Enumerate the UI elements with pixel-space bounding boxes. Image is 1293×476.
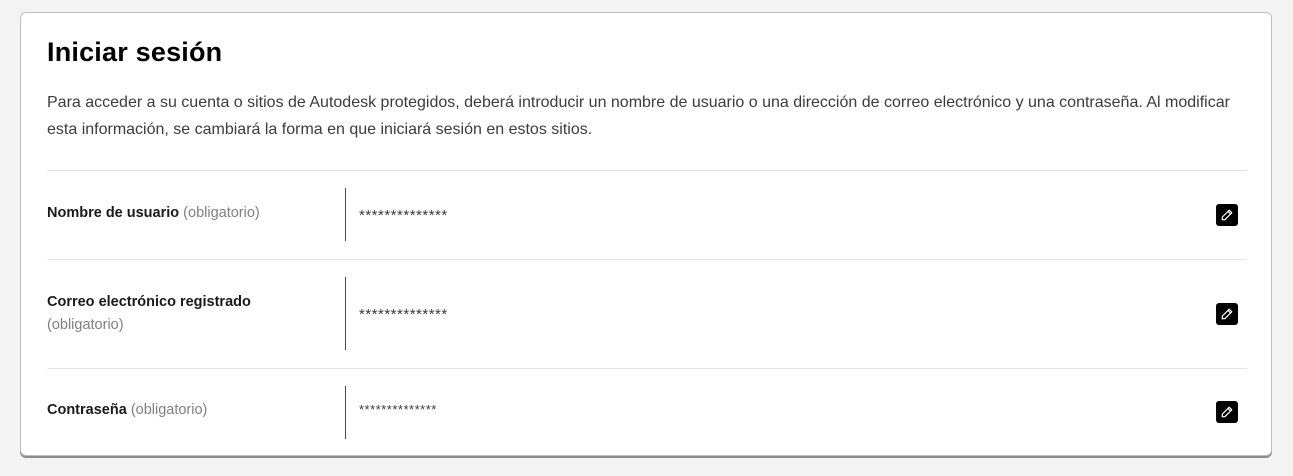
email-value: ************** xyxy=(359,306,448,323)
password-label-text: Contraseña xyxy=(47,402,127,418)
row-separator xyxy=(345,188,346,241)
section-description: Para acceder a su cuenta o sitios de Aut… xyxy=(47,94,1230,138)
username-label-text: Nombre de usuario xyxy=(47,205,180,221)
password-row: Contraseña (obligatorio) ************** xyxy=(47,386,1247,440)
password-value: ************** xyxy=(359,402,437,417)
email-required-text: (obligatorio) xyxy=(47,317,124,333)
pencil-icon xyxy=(1221,308,1233,320)
edit-password-button[interactable] xyxy=(1216,401,1238,423)
divider xyxy=(47,368,1247,369)
edit-email-button[interactable] xyxy=(1216,303,1238,325)
pencil-icon xyxy=(1221,209,1233,221)
username-label: Nombre de usuario (obligatorio) xyxy=(47,202,337,225)
row-separator xyxy=(345,277,346,350)
password-required-text: (obligatorio) xyxy=(130,402,208,418)
divider xyxy=(47,259,1247,260)
row-separator xyxy=(345,386,346,439)
email-label-text: Correo electrónico registrado xyxy=(47,294,251,310)
divider xyxy=(47,170,1247,171)
email-row: Correo electrónico registrado (obligator… xyxy=(47,277,1247,351)
section-title: Iniciar sesión xyxy=(47,37,223,67)
username-value: ************** xyxy=(359,207,448,224)
password-label: Contraseña (obligatorio) xyxy=(47,399,337,422)
pencil-icon xyxy=(1221,406,1233,418)
edit-username-button[interactable] xyxy=(1216,204,1238,226)
username-required-text: (obligatorio) xyxy=(183,205,260,221)
sign-in-card: Iniciar sesión Para acceder a su cuenta … xyxy=(20,12,1272,456)
username-row: Nombre de usuario (obligatorio) ********… xyxy=(47,188,1247,242)
email-label: Correo electrónico registrado (obligator… xyxy=(47,291,337,337)
